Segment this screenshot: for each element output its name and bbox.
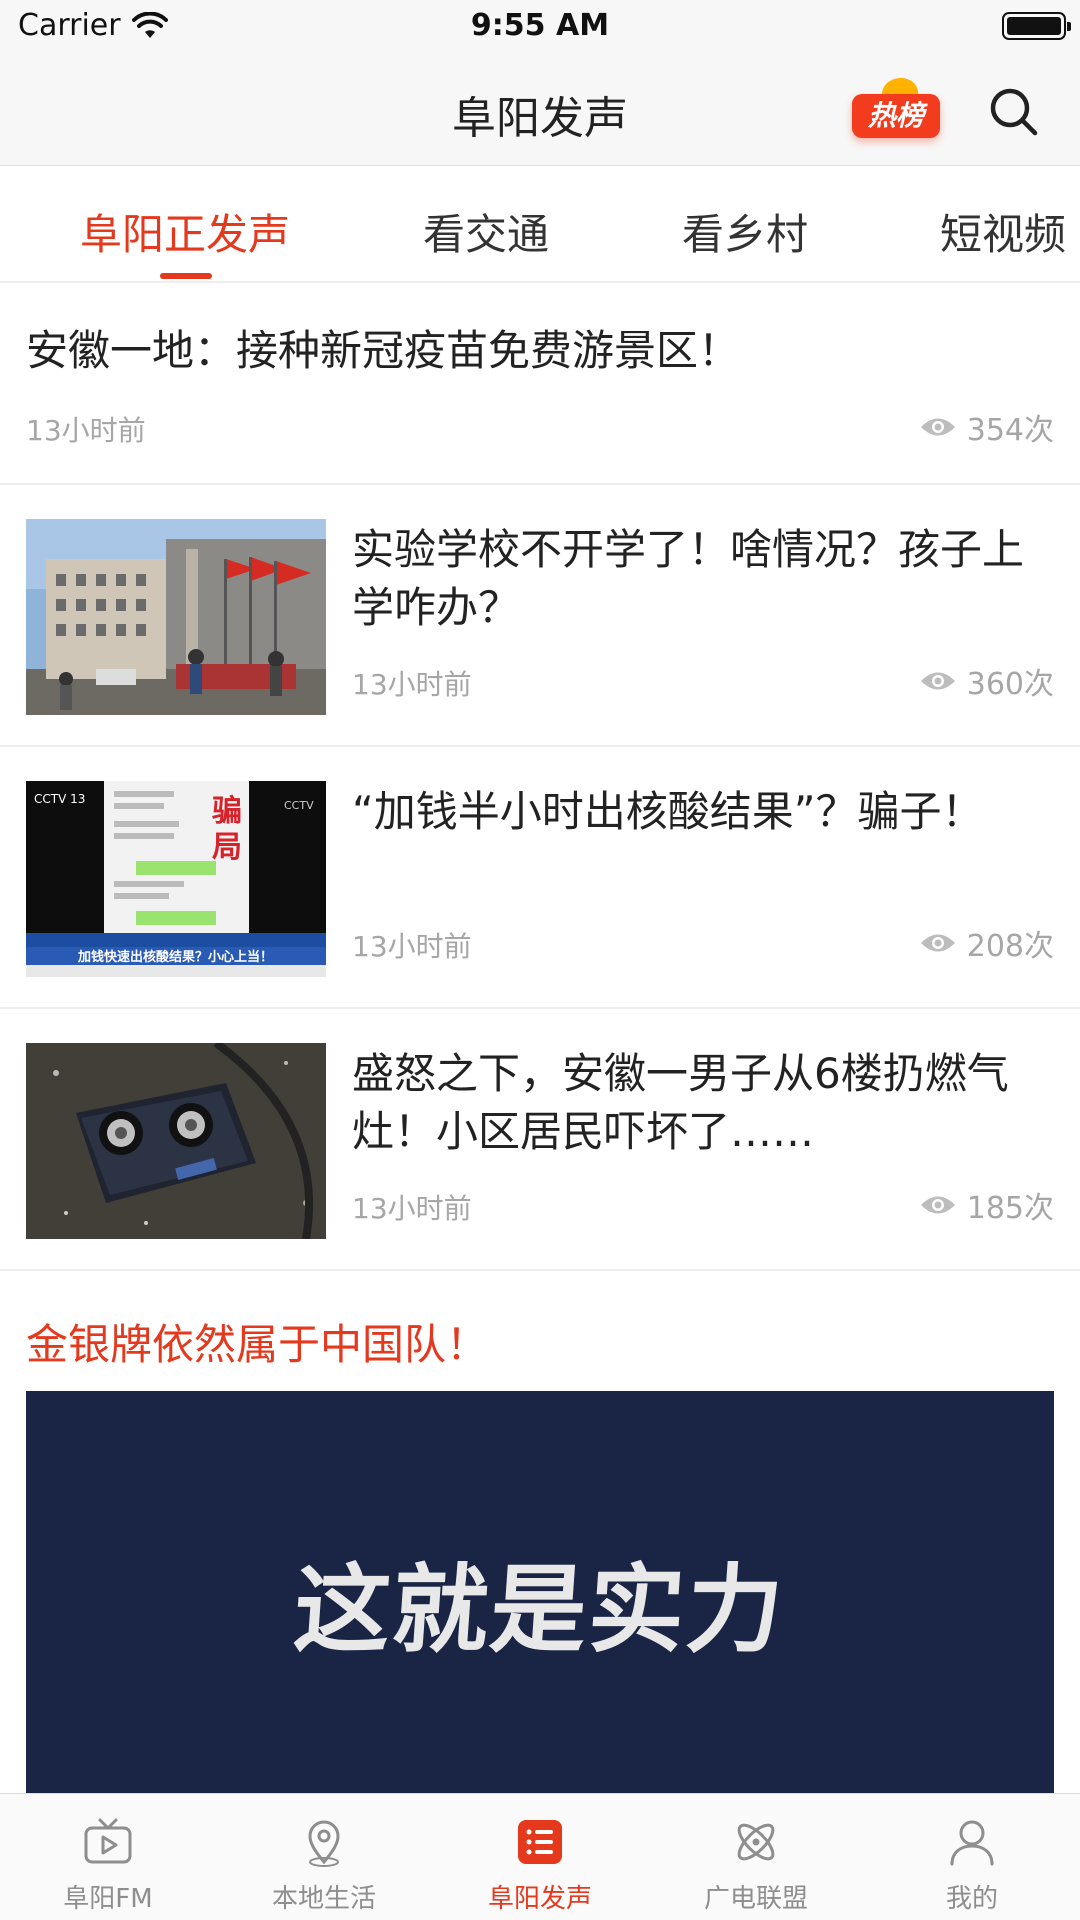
news-time: 13小时前 [352,1192,472,1225]
tabbar-label: 阜阳FM [63,1884,153,1914]
news-feed: 安徽一地：接种新冠疫苗免费游景区！ 13小时前 354次 实验学校不开学了！啥情… [0,285,1080,1793]
news-item[interactable]: 实验学校不开学了！啥情况？孩子上学咋办？ 13小时前 360次 [0,485,1080,747]
banner-text: 这就是实力 [290,1553,789,1666]
thumb-badge-line1: 骗局 [212,794,242,865]
tab-fuyang-speaks[interactable]: 阜阳正发声 [80,201,290,262]
news-title: “加钱半小时出核酸结果”？骗子！ [352,787,984,836]
view-count: 208次 [919,921,1054,965]
hot-list-button[interactable]: 热榜 [852,75,940,138]
view-count: 185次 [919,1183,1054,1227]
news-title: 盛怒之下，安徽一男子从6楼扔燃气灶！小区居民吓坏了…… [352,1049,1009,1156]
atom-icon [737,1823,775,1861]
tabbar-label: 本地生活 [271,1884,376,1914]
featured-video-item[interactable]: 金银牌依然属于中国队！ 这就是实力 [0,1271,1080,1793]
search-button[interactable] [986,84,1042,140]
tabbar-item-me[interactable]: 我的 [864,1794,1080,1920]
tab-indicator [160,273,212,279]
view-count: 354次 [919,405,1054,449]
bottom-tab-bar: 阜阳FM 本地生活 阜阳发声 广电联盟 我的 [0,1793,1080,1920]
view-count-label: 185次 [966,1191,1054,1226]
featured-title: 金银牌依然属于中国队！ [26,1320,489,1369]
tab-villages[interactable]: 看乡村 [682,201,808,262]
news-thumbnail: 骗局 CCTV 13 CCTV 加钱快速出核酸结果？小心上当！ [26,781,326,977]
view-count-label: 208次 [966,929,1054,964]
news-title: 安徽一地：接种新冠疫苗免费游景区！ [26,326,741,375]
view-count-label: 354次 [966,413,1054,448]
tabbar-item-broadcast-alliance[interactable]: 广电联盟 [648,1794,864,1920]
tabbar-label: 广电联盟 [703,1884,808,1914]
tv-play-icon [84,1818,132,1864]
news-item[interactable]: 骗局 CCTV 13 CCTV 加钱快速出核酸结果？小心上当！ “加钱半小时出核… [0,747,1080,1009]
tabbar-label: 我的 [945,1884,998,1914]
news-thumbnail [26,1043,326,1239]
hot-list-label: 热榜 [852,94,940,138]
news-title: 实验学校不开学了！啥情况？孩子上学咋办？ [352,525,1025,632]
featured-banner[interactable]: 这就是实力 [26,1391,1054,1793]
view-count-label: 360次 [966,667,1054,702]
tabbar-label: 阜阳发声 [487,1884,592,1914]
tabbar-item-fm[interactable]: 阜阳FM [0,1794,216,1920]
tabbar-item-local-life[interactable]: 本地生活 [216,1794,432,1920]
view-count: 360次 [919,659,1054,703]
location-pin-icon [308,1820,340,1867]
eye-icon [920,672,955,690]
eye-icon [920,418,955,436]
list-icon [518,1820,562,1864]
news-time: 13小时前 [26,414,146,447]
news-time: 13小时前 [352,930,472,963]
clock: 9:55 AM [470,8,610,43]
tabbar-item-fuyang-speaks[interactable]: 阜阳发声 [432,1794,648,1920]
news-time: 13小时前 [352,668,472,701]
nav-bar: 阜阳发声 热榜 [0,54,1080,166]
category-tabs: 阜阳正发声 看交通 看乡村 短视频 [0,167,1080,283]
news-item[interactable]: 安徽一地：接种新冠疫苗免费游景区！ 13小时前 354次 [0,285,1080,485]
battery-icon [1002,12,1071,40]
svg-text:CCTV 13: CCTV 13 [34,792,85,806]
news-item[interactable]: 盛怒之下，安徽一男子从6楼扔燃气灶！小区居民吓坏了…… 13小时前 185次 [0,1009,1080,1271]
svg-text:CCTV: CCTV [284,799,314,812]
news-thumbnail [26,519,326,715]
eye-icon [920,1196,955,1214]
thumb-caption: 加钱快速出核酸结果？小心上当！ [77,949,273,965]
user-icon [950,1820,994,1866]
eye-icon [920,934,955,952]
tab-short-video[interactable]: 短视频 [940,201,1066,262]
search-icon [990,88,1038,136]
status-bar: Carrier 9:55 AM [0,0,1080,54]
tab-traffic[interactable]: 看交通 [423,201,549,262]
